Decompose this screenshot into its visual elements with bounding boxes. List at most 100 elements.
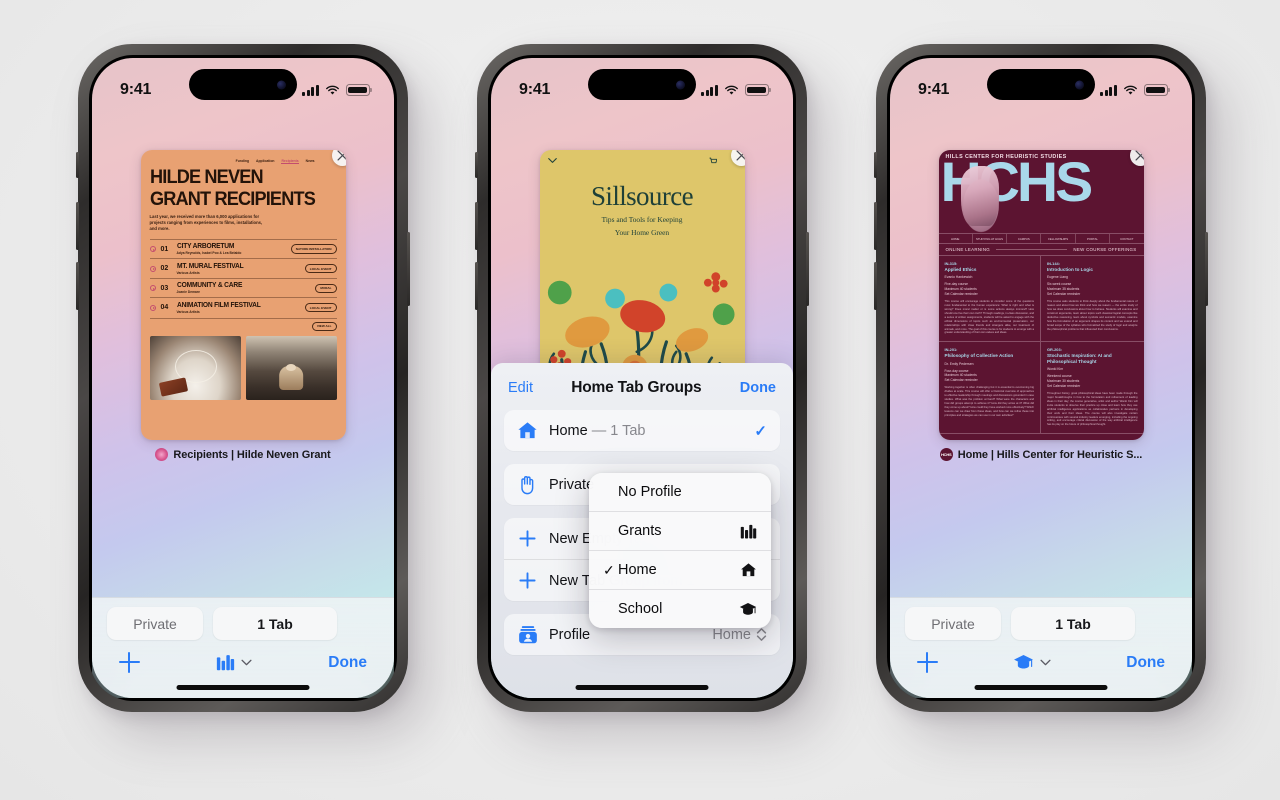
- power-button[interactable]: [806, 232, 809, 306]
- recipient-row[interactable]: 03 COMMUNITY & CARE Joanie Demare MURAL: [149, 277, 337, 298]
- course-grid: IN-315: Applied Ethics Evanio Hankewich …: [938, 256, 1144, 435]
- home-indicator[interactable]: [974, 685, 1108, 690]
- view-all-row: VIEW ALL: [149, 317, 337, 332]
- play-icon: [149, 304, 156, 311]
- tab-group-row-home[interactable]: Home — 1 Tab ✓: [504, 410, 780, 451]
- recipient-title: ANIMATION FILM FESTIVAL: [176, 301, 261, 309]
- course-card[interactable]: IN-201: Philosophy of Collective Action …: [938, 342, 1041, 435]
- recipient-number: 02: [160, 265, 169, 273]
- street-image-2: [245, 336, 337, 401]
- context-menu-item-grants[interactable]: Grants: [589, 511, 771, 550]
- cart-icon[interactable]: [709, 157, 717, 165]
- front-camera-icon: [676, 80, 685, 89]
- profile-context-menu[interactable]: No Profile Grants ✓ Home School: [589, 473, 771, 628]
- tab-title-row: Recipients | Hilde Neven Grant: [155, 448, 331, 461]
- silence-switch[interactable]: [76, 152, 79, 178]
- course-card[interactable]: GR-203: Stochastic Inspiration: AI and P…: [1041, 342, 1144, 435]
- edit-button[interactable]: Edit: [508, 380, 533, 396]
- private-tabs-button[interactable]: Private: [107, 607, 203, 640]
- course-name: Applied Ethics: [944, 266, 977, 272]
- profile-value[interactable]: Home: [712, 627, 767, 643]
- phone-left-screen: 9:41 Funding Application Recipients News…: [92, 58, 394, 698]
- tab-group-list-current: Home — 1 Tab ✓: [504, 410, 780, 451]
- site-title-block: Sillsource Tips and Tools for Keeping Yo…: [540, 181, 745, 237]
- house-icon: [739, 561, 757, 579]
- sheet-done-button[interactable]: Done: [740, 380, 776, 396]
- phone-center-screen: 9:41 Sillsource Tips and Tools for Keepi…: [491, 58, 793, 698]
- battery-icon: [1144, 84, 1170, 96]
- phone-right-bezel: 9:41 HILLS CENTER FOR HEURISTIC STUDIES …: [887, 55, 1195, 701]
- site-nav: Funding Application Recipients News: [150, 157, 337, 164]
- close-icon: [336, 150, 346, 161]
- recipient-row[interactable]: 02 MT. MURAL FESTIVAL Various Artists LO…: [149, 258, 337, 278]
- nav-contact[interactable]: CONTACT: [1110, 234, 1143, 243]
- nav-funding[interactable]: Funding: [236, 159, 249, 164]
- nav-campus[interactable]: CAMPUS: [1007, 234, 1042, 244]
- nav-portal[interactable]: PORTAL: [1076, 234, 1111, 244]
- course-card[interactable]: IN-144: Introduction to Logic Eugene Lia…: [1041, 256, 1144, 343]
- nav-home[interactable]: HOME: [939, 234, 973, 244]
- tab-group-label: Home — 1 Tab: [549, 422, 646, 439]
- context-menu-item-home[interactable]: ✓ Home: [589, 550, 771, 589]
- nav-news[interactable]: News: [306, 159, 315, 164]
- recipient-tag: MURAL: [315, 283, 337, 293]
- site-nav: HOME STUDYING AT HCHS CAMPUS FELLOWSHIPS…: [938, 233, 1144, 245]
- volume-up-button[interactable]: [874, 202, 877, 250]
- house-icon: [517, 420, 538, 441]
- tab-count-button[interactable]: 1 Tab: [213, 607, 337, 640]
- recipient-row[interactable]: 01 CITY ARBORETUM Adya Reynolds, Isabel …: [149, 238, 337, 259]
- tab-mode-switcher: Private 1 Tab: [92, 598, 394, 640]
- nav-recipients[interactable]: Recipients: [281, 159, 299, 164]
- context-menu-label: Grants: [618, 523, 662, 539]
- tab-group-button[interactable]: [216, 653, 252, 672]
- volume-up-button[interactable]: [475, 202, 478, 250]
- tab-title-row: HCHS Home | Hills Center for Heuristic S…: [939, 448, 1142, 461]
- context-menu-item-no-profile[interactable]: No Profile: [589, 473, 771, 511]
- context-menu-label: No Profile: [618, 484, 682, 500]
- wifi-icon: [1124, 85, 1137, 95]
- page-title-line2: GRANT RECIPIENTS: [149, 188, 316, 211]
- nav-application[interactable]: Application: [256, 159, 274, 164]
- course-description: This course will encourage students to c…: [944, 300, 1035, 335]
- tab-group-button[interactable]: [1013, 654, 1051, 671]
- volume-down-button[interactable]: [874, 262, 877, 310]
- new-tab-button[interactable]: [917, 652, 938, 673]
- course-name: Philosophy of Collective Action: [944, 352, 1014, 358]
- nav-studying[interactable]: STUDYING AT HCHS: [973, 234, 1008, 244]
- silence-switch[interactable]: [475, 152, 478, 178]
- tab-count-button[interactable]: 1 Tab: [1011, 607, 1135, 640]
- volume-down-button[interactable]: [475, 262, 478, 310]
- cellular-bars-icon: [701, 84, 718, 96]
- course-instructor: Eugene Liang: [1047, 275, 1068, 280]
- hilde-neven-favicon: [155, 448, 169, 461]
- status-time: 9:41: [120, 81, 152, 98]
- power-button[interactable]: [407, 232, 410, 306]
- home-indicator[interactable]: [176, 685, 310, 690]
- power-button[interactable]: [1205, 232, 1208, 306]
- volume-up-button[interactable]: [76, 202, 79, 250]
- recipient-row[interactable]: 04 ANIMATION FILM FESTIVAL Various Artis…: [149, 297, 337, 317]
- hand-raised-icon: [517, 474, 538, 495]
- course-card[interactable]: IN-315: Applied Ethics Evanio Hankewich …: [938, 256, 1041, 343]
- tab-card-hchs[interactable]: HILLS CENTER FOR HEURISTIC STUDIES HCHS …: [938, 150, 1144, 440]
- context-menu-item-school[interactable]: School: [589, 589, 771, 628]
- home-indicator[interactable]: [575, 685, 709, 690]
- recipient-artists: Adya Reynolds, Isabel Poo & Lea Belaldo: [176, 251, 242, 256]
- tab-grid: Funding Application Recipients News HILD…: [92, 150, 394, 461]
- close-icon: [735, 150, 745, 161]
- site-subtitle-line2: Your Home Green: [614, 227, 670, 237]
- private-tabs-button[interactable]: Private: [905, 607, 1001, 640]
- play-icon: [149, 285, 156, 292]
- view-all-button[interactable]: VIEW ALL: [311, 321, 337, 332]
- tab-card-hilde-neven[interactable]: Funding Application Recipients News HILD…: [140, 150, 346, 440]
- dynamic-island: [987, 69, 1095, 100]
- chevron-down-icon[interactable]: [547, 156, 557, 165]
- course-code: IN-144:: [1047, 261, 1060, 267]
- new-tab-button[interactable]: [119, 652, 140, 673]
- silence-switch[interactable]: [874, 152, 877, 178]
- done-button[interactable]: Done: [328, 654, 367, 672]
- done-button[interactable]: Done: [1126, 654, 1165, 672]
- phone-left: 9:41 Funding Application Recipients News…: [76, 44, 410, 712]
- nav-fellowships[interactable]: FELLOWSHIPS: [1041, 234, 1076, 244]
- volume-down-button[interactable]: [76, 262, 79, 310]
